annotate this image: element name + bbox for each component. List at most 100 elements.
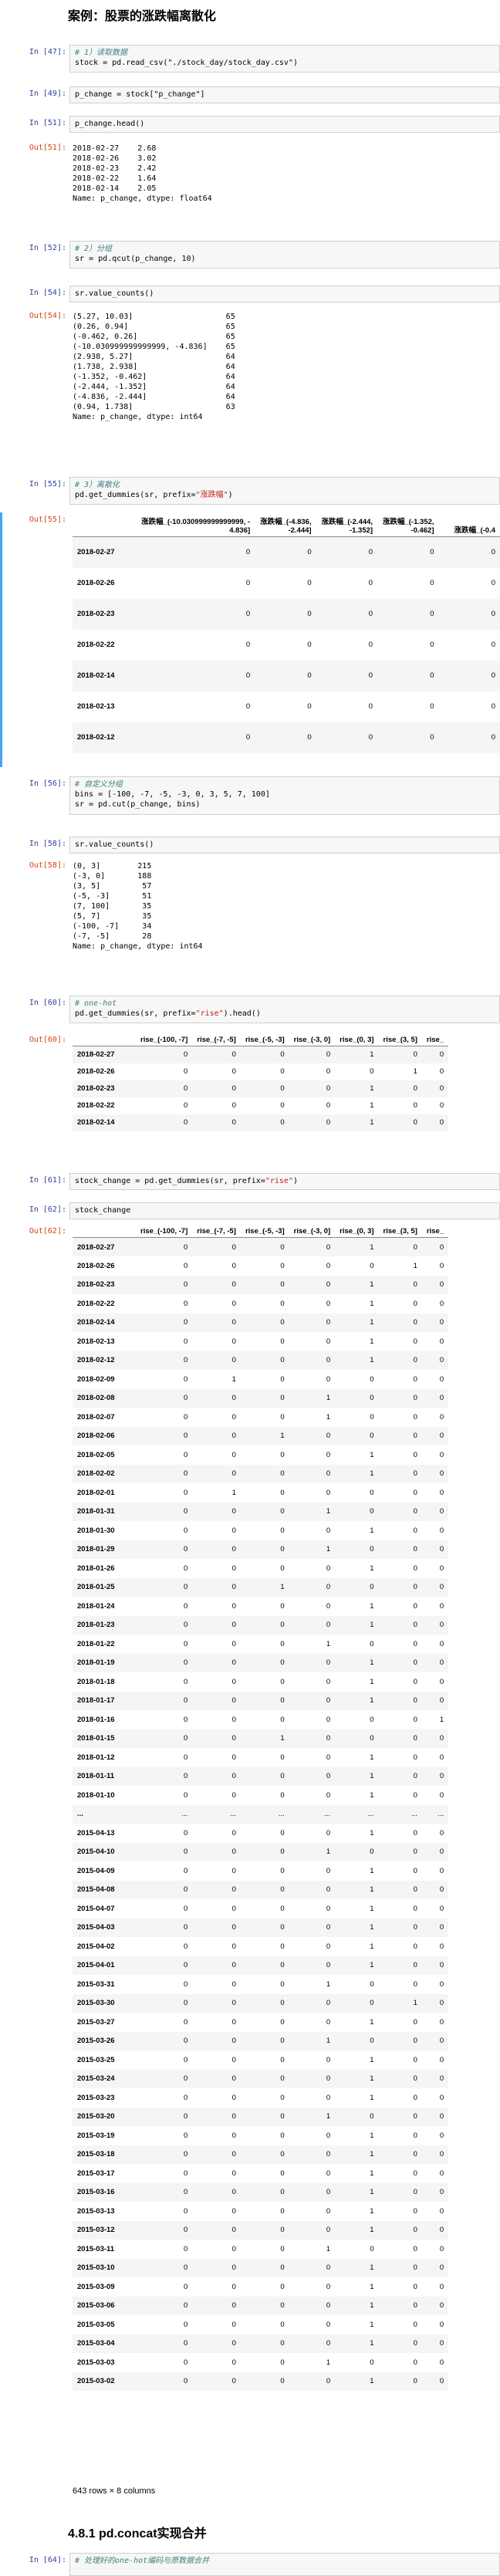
code-editor[interactable]: # 3）离散化 pd.get_dummies(sr, prefix="涨跌幅") [69, 477, 500, 505]
code-cell-52[interactable]: In [52]: # 2）分组 sr = pd.qcut(p_change, 1… [0, 241, 500, 272]
code-editor[interactable]: # one-hot pd.get_dummies(sr, prefix="ris… [69, 996, 500, 1023]
code-cell-61[interactable]: In [61]: stock_change = pd.get_dummies(s… [0, 1173, 500, 1190]
input-prompt: In [60]: [29, 999, 66, 1007]
table-cell: 0 [326, 1885, 331, 1895]
table-cell: 1 [370, 2150, 374, 2159]
code-cell-64[interactable]: In [64]: # 处理好的one-hot编码与原数据合并 [0, 2553, 500, 2576]
code-cell-49[interactable]: In [49]: p_change = stock["p_change"] [0, 86, 500, 103]
code-editor[interactable]: stock_change = pd.get_dummies(sr, prefix… [69, 1173, 500, 1190]
table-cell: 1 [370, 1621, 374, 1630]
table-cell: 0 [370, 1715, 374, 1724]
table-row: 2018-02-12 0 0 0 0 1 0 0 [73, 1351, 449, 1370]
table-cell: 0 [231, 2150, 236, 2159]
output-scroll-indicator [0, 512, 2, 767]
table-cell: 0 [413, 1923, 417, 1932]
code-editor[interactable]: sr.value_counts() [69, 837, 500, 854]
table-cell: 0 [326, 1734, 331, 1743]
table-cell: 0 [326, 2074, 331, 2084]
row-index: 2018-02-08 [77, 1394, 115, 1403]
dataframe-55[interactable]: 涨跌幅_(-10.030999999999999, -4.836] 涨跌幅_(-4… [73, 514, 500, 766]
dataframe-62[interactable]: rise_(-100, -7] rise_(-7, -5] rise_(-5, -3… [73, 1225, 500, 2473]
table-cell: 0 [439, 2112, 444, 2121]
table-row: 2018-01-16 0 0 0 0 0 0 1 [73, 1710, 448, 1729]
table-row: 2018-02-14 0 0 0 0 0 [73, 660, 500, 691]
code-cell-47[interactable]: In [47]: # 1）读取数据 stock = pd.read_csv(".… [0, 45, 500, 76]
table-cell: 1 [326, 1545, 331, 1554]
table-cell: 0 [370, 1261, 374, 1270]
table-cell: 0 [326, 2282, 331, 2291]
table-cell: 0 [280, 1545, 285, 1554]
row-index: 2018-01-23 [77, 1621, 115, 1630]
row-index: 2018-02-02 [77, 1469, 115, 1479]
table-cell: 0 [231, 1923, 236, 1932]
table-cell: 0 [280, 2339, 285, 2348]
code-cell-54[interactable]: In [54]: sr.value_counts() [0, 286, 500, 303]
row-index: 2015-03-12 [77, 2226, 115, 2235]
table-cell: 0 [231, 1639, 236, 1648]
table-cell: 0 [326, 2301, 331, 2311]
column-header: rise_(0, 3] [335, 1034, 379, 1046]
table-cell: 0 [370, 2037, 374, 2046]
row-index: 2018-02-22 [77, 641, 115, 649]
row-index: 2015-03-16 [77, 2188, 115, 2197]
table-row: 2018-02-27 0 0 0 0 1 0 0 [73, 1046, 449, 1063]
table-cell: 0 [231, 1942, 236, 1951]
code-editor[interactable]: # 处理好的one-hot编码与原数据合并 [69, 2553, 500, 2576]
code-editor[interactable]: # 1）读取数据 stock = pd.read_csv("./stock_da… [69, 45, 500, 73]
table-cell: 0 [413, 1084, 417, 1093]
code-cell-62[interactable]: In [62]: stock_change [0, 1202, 500, 1219]
code-cell-60[interactable]: In [60]: # one-hot pd.get_dummies(sr, pr… [0, 996, 500, 1026]
code-cell-51[interactable]: In [51]: p_change.head() [0, 116, 500, 133]
row-index: 2018-02-13 [77, 1337, 115, 1346]
code-editor[interactable]: # 2）分组 sr = pd.qcut(p_change, 10) [69, 241, 500, 269]
table-cell: 0 [231, 2131, 236, 2140]
code-editor[interactable]: p_change = stock["p_change"] [69, 86, 500, 103]
table-row: 2015-03-11 0 0 0 1 0 0 0 [73, 2240, 448, 2259]
table-cell: 0 [413, 1790, 417, 1800]
table-cell: 1 [370, 2055, 374, 2064]
table-cell: 0 [231, 1067, 236, 1076]
table-cell: 0 [439, 1677, 444, 1686]
output-text: 2018-02-27 2.68 2018-02-26 3.02 2018-02-… [73, 144, 212, 203]
table-cell: 0 [183, 2358, 188, 2367]
row-index: 2018-02-12 [77, 733, 115, 742]
table-cell: 0 [326, 1923, 331, 1932]
table-cell: 1 [413, 1261, 417, 1270]
code-cell-55[interactable]: In [55]: # 3）离散化 pd.get_dummies(sr, pref… [0, 477, 500, 508]
table-cell: 0 [280, 2188, 285, 2197]
input-prompt: In [47]: [29, 48, 66, 56]
table-row: 2018-02-23 0 0 0 0 1 0 0 [73, 1080, 449, 1097]
code-editor[interactable]: p_change.head() [69, 116, 500, 133]
table-cell: 0 [231, 2377, 236, 2386]
table-cell: 1 [370, 1564, 374, 1573]
row-index: 2018-01-16 [77, 1715, 115, 1724]
table-cell: 0 [326, 1961, 331, 1970]
code-editor[interactable]: stock_change [69, 1202, 500, 1219]
table-cell: 0 [280, 2282, 285, 2291]
code-line: sr.value_counts() [75, 840, 154, 849]
table-cell: 1 [370, 2188, 374, 2197]
table-cell: 0 [183, 1337, 188, 1346]
column-header: rise_ [421, 1225, 449, 1238]
table-cell: 0 [231, 2206, 236, 2216]
table-cell: 0 [231, 1318, 236, 1327]
table-cell: 0 [231, 2074, 236, 2084]
table-row: 2015-03-24 0 0 0 0 1 0 0 [73, 2069, 449, 2088]
row-index: 2015-04-13 [77, 1828, 115, 1837]
code-cell-58[interactable]: In [58]: sr.value_counts() [0, 837, 500, 854]
table-cell: 0 [280, 1526, 285, 1535]
table-cell: 0 [280, 1772, 285, 1781]
table-cell: 0 [326, 1715, 331, 1724]
code-editor[interactable]: # 自定义分组 bins = [-100, -7, -5, -3, 0, 3, … [69, 776, 500, 815]
dataframe-60[interactable]: rise_(-100, -7] rise_(-7, -5] rise_(-5, -3… [73, 1034, 500, 1170]
table-cell: 1 [370, 2093, 374, 2102]
row-index: 2015-03-03 [77, 2358, 115, 2367]
code-editor[interactable]: sr.value_counts() [69, 286, 500, 303]
table-cell: 1 [370, 1942, 374, 1951]
table-row: 2018-02-26 0 0 0 0 0 1 0 [73, 1063, 448, 1080]
code-cell-56[interactable]: In [56]: # 自定义分组 bins = [-100, -7, -5, -… [0, 776, 500, 816]
table-cell: 0 [280, 1084, 285, 1093]
table-cell: 0 [370, 1394, 374, 1403]
table-cell: 1 [370, 2320, 374, 2329]
table-row: 2018-02-22 0 0 0 0 1 0 0 [73, 1294, 448, 1313]
